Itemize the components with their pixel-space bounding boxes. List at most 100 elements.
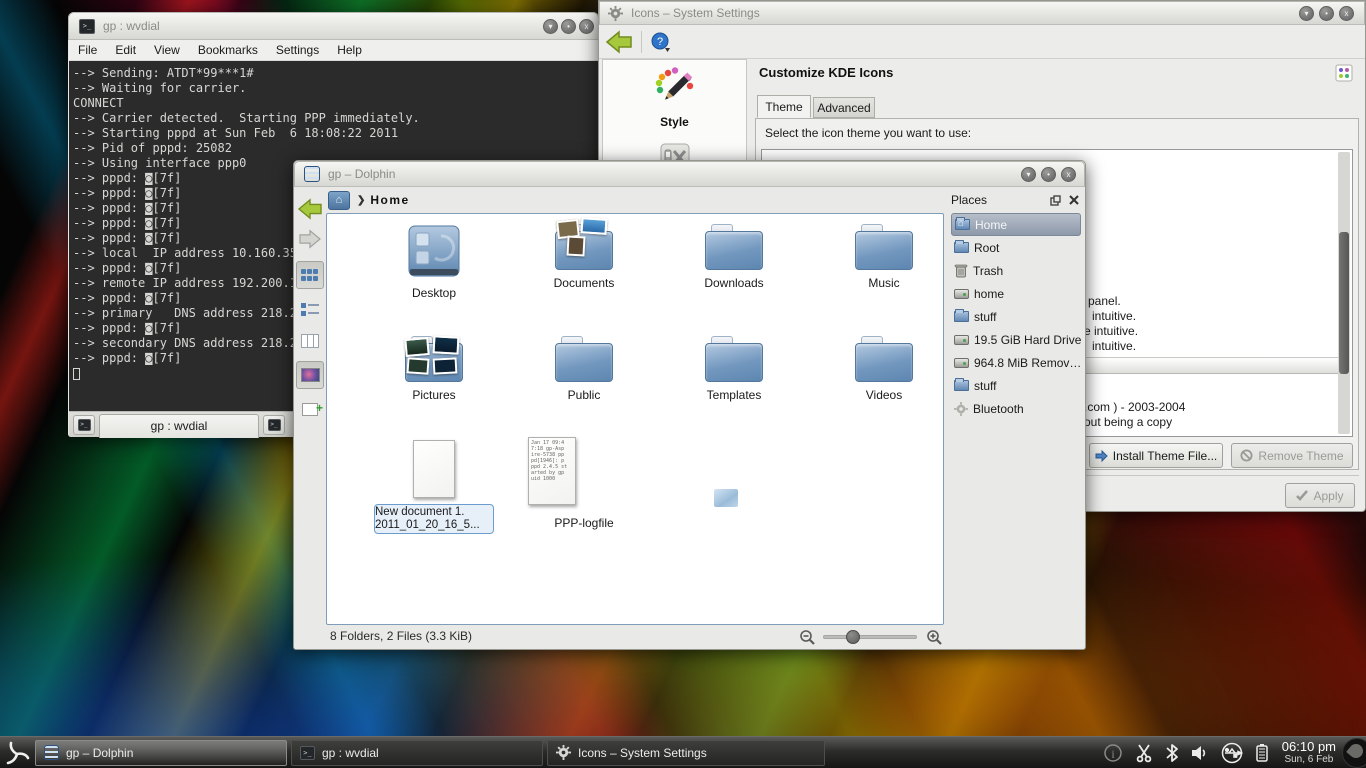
file-item[interactable]: PPP-logfile: [524, 510, 644, 530]
scrollbar[interactable]: [1338, 152, 1350, 434]
file-item[interactable]: Public: [524, 336, 644, 402]
removable-drive-icon: [954, 358, 969, 368]
battery-icon[interactable]: [1254, 743, 1270, 763]
file-item[interactable]: Desktop: [374, 224, 494, 300]
terminal-tab-icon: >_: [268, 419, 281, 431]
close-button[interactable]: x: [1061, 167, 1076, 182]
status-text: 8 Folders, 2 Files (3.3 KiB): [330, 629, 472, 643]
folder-icon: [674, 336, 794, 382]
menu-file[interactable]: File: [69, 43, 106, 57]
tab-list-button[interactable]: >_: [263, 415, 285, 435]
columns-view-button[interactable]: [296, 327, 324, 355]
terminal-app-icon: >_: [300, 746, 315, 760]
file-item[interactable]: Pictures: [374, 336, 494, 402]
menu-bookmarks[interactable]: Bookmarks: [189, 43, 267, 57]
style-icon: [652, 66, 698, 108]
scrollbar-thumb[interactable]: [1339, 232, 1349, 374]
taskbar-task-system-settings[interactable]: Icons – System Settings: [547, 740, 825, 766]
new-tab-button[interactable]: >_: [73, 415, 95, 435]
file-item[interactable]: Documents: [524, 224, 644, 290]
place-item-hard-drive[interactable]: 19.5 GiB Hard Drive: [951, 328, 1081, 351]
preview-toggle-button[interactable]: [296, 361, 324, 389]
place-item-home[interactable]: Home: [951, 213, 1081, 236]
place-item-trash[interactable]: Trash: [951, 259, 1081, 282]
minimize-button[interactable]: ▾: [1299, 6, 1314, 21]
app-launcher-icon[interactable]: [3, 739, 31, 767]
maximize-button[interactable]: •: [561, 19, 576, 34]
tab-theme[interactable]: Theme: [757, 95, 811, 118]
selected-theme-row[interactable]: [1084, 357, 1338, 374]
digital-clock[interactable]: 06:10 pm Sun, 6 Feb: [1282, 740, 1336, 766]
file-item[interactable]: Templates: [674, 336, 794, 402]
zoom-slider-handle[interactable]: [846, 630, 860, 644]
maximize-button[interactable]: •: [1319, 6, 1334, 21]
breadcrumb[interactable]: Home: [370, 193, 409, 207]
terminal-app-icon: >_: [79, 19, 95, 34]
terminal-titlebar[interactable]: >_ gp : wvdial ▾ • x: [68, 12, 599, 40]
terminal-output-line: --> Starting pppd at Sun Feb 6 18:08:22 …: [73, 126, 598, 141]
selected-file-label[interactable]: New document 1. 2011_01_20_16_5...: [374, 504, 494, 534]
terminal-output-line: --> Sending: ATDT*99***1#: [73, 66, 598, 81]
folder-view[interactable]: Desktop Documents Downloads Music: [326, 213, 944, 625]
bluetooth-icon[interactable]: [1165, 743, 1179, 763]
dolphin-titlebar[interactable]: gp – Dolphin ▾ • x: [294, 161, 1085, 187]
menu-view[interactable]: View: [145, 43, 189, 57]
volume-icon[interactable]: [1190, 744, 1210, 762]
back-button[interactable]: [605, 30, 633, 54]
place-item-home-partition[interactable]: home: [951, 282, 1081, 305]
detach-panel-icon[interactable]: [1050, 195, 1061, 206]
breadcrumb-home-icon[interactable]: ⌂: [328, 191, 350, 210]
help-button[interactable]: ?: [650, 31, 672, 53]
file-item[interactable]: Music: [824, 224, 944, 290]
zoom-out-icon[interactable]: [799, 629, 816, 646]
remove-theme-button[interactable]: Remove Theme: [1231, 443, 1353, 468]
menu-help[interactable]: Help: [328, 43, 371, 57]
preview-icon: [301, 368, 320, 382]
file-item[interactable]: Downloads: [674, 224, 794, 290]
split-view-button[interactable]: +: [296, 395, 324, 423]
system-settings-titlebar[interactable]: Icons – System Settings ▾ • x: [599, 1, 1365, 25]
maximize-button[interactable]: •: [1041, 167, 1056, 182]
place-item-bluetooth[interactable]: Bluetooth: [951, 397, 1081, 420]
theme-description-fragment: intuitive.: [1092, 309, 1136, 323]
close-panel-icon[interactable]: [1069, 195, 1079, 205]
apply-button[interactable]: Apply: [1285, 483, 1355, 508]
menu-edit[interactable]: Edit: [106, 43, 145, 57]
new-document-file-icon[interactable]: [413, 440, 455, 498]
file-label: Music: [824, 276, 944, 290]
ppp-logfile-icon[interactable]: Jan 17 09:4 7:18 gp-Asp ire-5738 pp pd[1…: [528, 437, 576, 505]
dolphin-statusbar: 8 Folders, 2 Files (3.3 KiB): [294, 623, 1085, 649]
terminal-tab[interactable]: gp : wvdial: [99, 414, 259, 438]
close-button[interactable]: x: [579, 19, 594, 34]
place-item-root[interactable]: Root: [951, 236, 1081, 259]
icons-view-button[interactable]: [296, 261, 324, 289]
place-item-removable[interactable]: 964.8 MiB Remov…: [951, 351, 1081, 374]
zoom-in-icon[interactable]: [926, 629, 943, 646]
tab-advanced[interactable]: Advanced: [813, 97, 875, 118]
taskbar-task-dolphin[interactable]: gp – Dolphin: [35, 740, 287, 766]
terminal-tab-icon: >_: [78, 419, 91, 431]
taskbar-task-wvdial[interactable]: >_ gp : wvdial: [291, 740, 543, 766]
install-theme-file-button[interactable]: Install Theme File...: [1089, 443, 1223, 468]
zoom-slider[interactable]: [823, 635, 917, 639]
usb-device-icon[interactable]: [1221, 742, 1243, 764]
klipper-scissors-icon[interactable]: [1134, 743, 1154, 763]
folder-icon: [824, 336, 944, 382]
forward-button[interactable]: [296, 225, 324, 253]
sidebar-item-style[interactable]: Style: [603, 60, 746, 129]
back-button[interactable]: [296, 195, 324, 223]
info-icon[interactable]: i: [1103, 743, 1123, 763]
page-title: Customize KDE Icons: [759, 65, 893, 80]
terminal-cursor: [73, 368, 80, 380]
close-button[interactable]: x: [1339, 6, 1354, 21]
minimize-button[interactable]: ▾: [1021, 167, 1036, 182]
dolphin-window: gp – Dolphin ▾ • x ⌂ ❯ Home Places: [293, 160, 1086, 650]
details-view-button[interactable]: [296, 295, 324, 323]
overview-grid-icon[interactable]: [1335, 64, 1353, 82]
place-item-stuff2[interactable]: stuff: [951, 374, 1081, 397]
menu-settings[interactable]: Settings: [267, 43, 328, 57]
file-item[interactable]: Videos: [824, 336, 944, 402]
panel-toolbox-cashew[interactable]: [1342, 738, 1366, 768]
minimize-button[interactable]: ▾: [543, 19, 558, 34]
place-item-stuff[interactable]: stuff: [951, 305, 1081, 328]
